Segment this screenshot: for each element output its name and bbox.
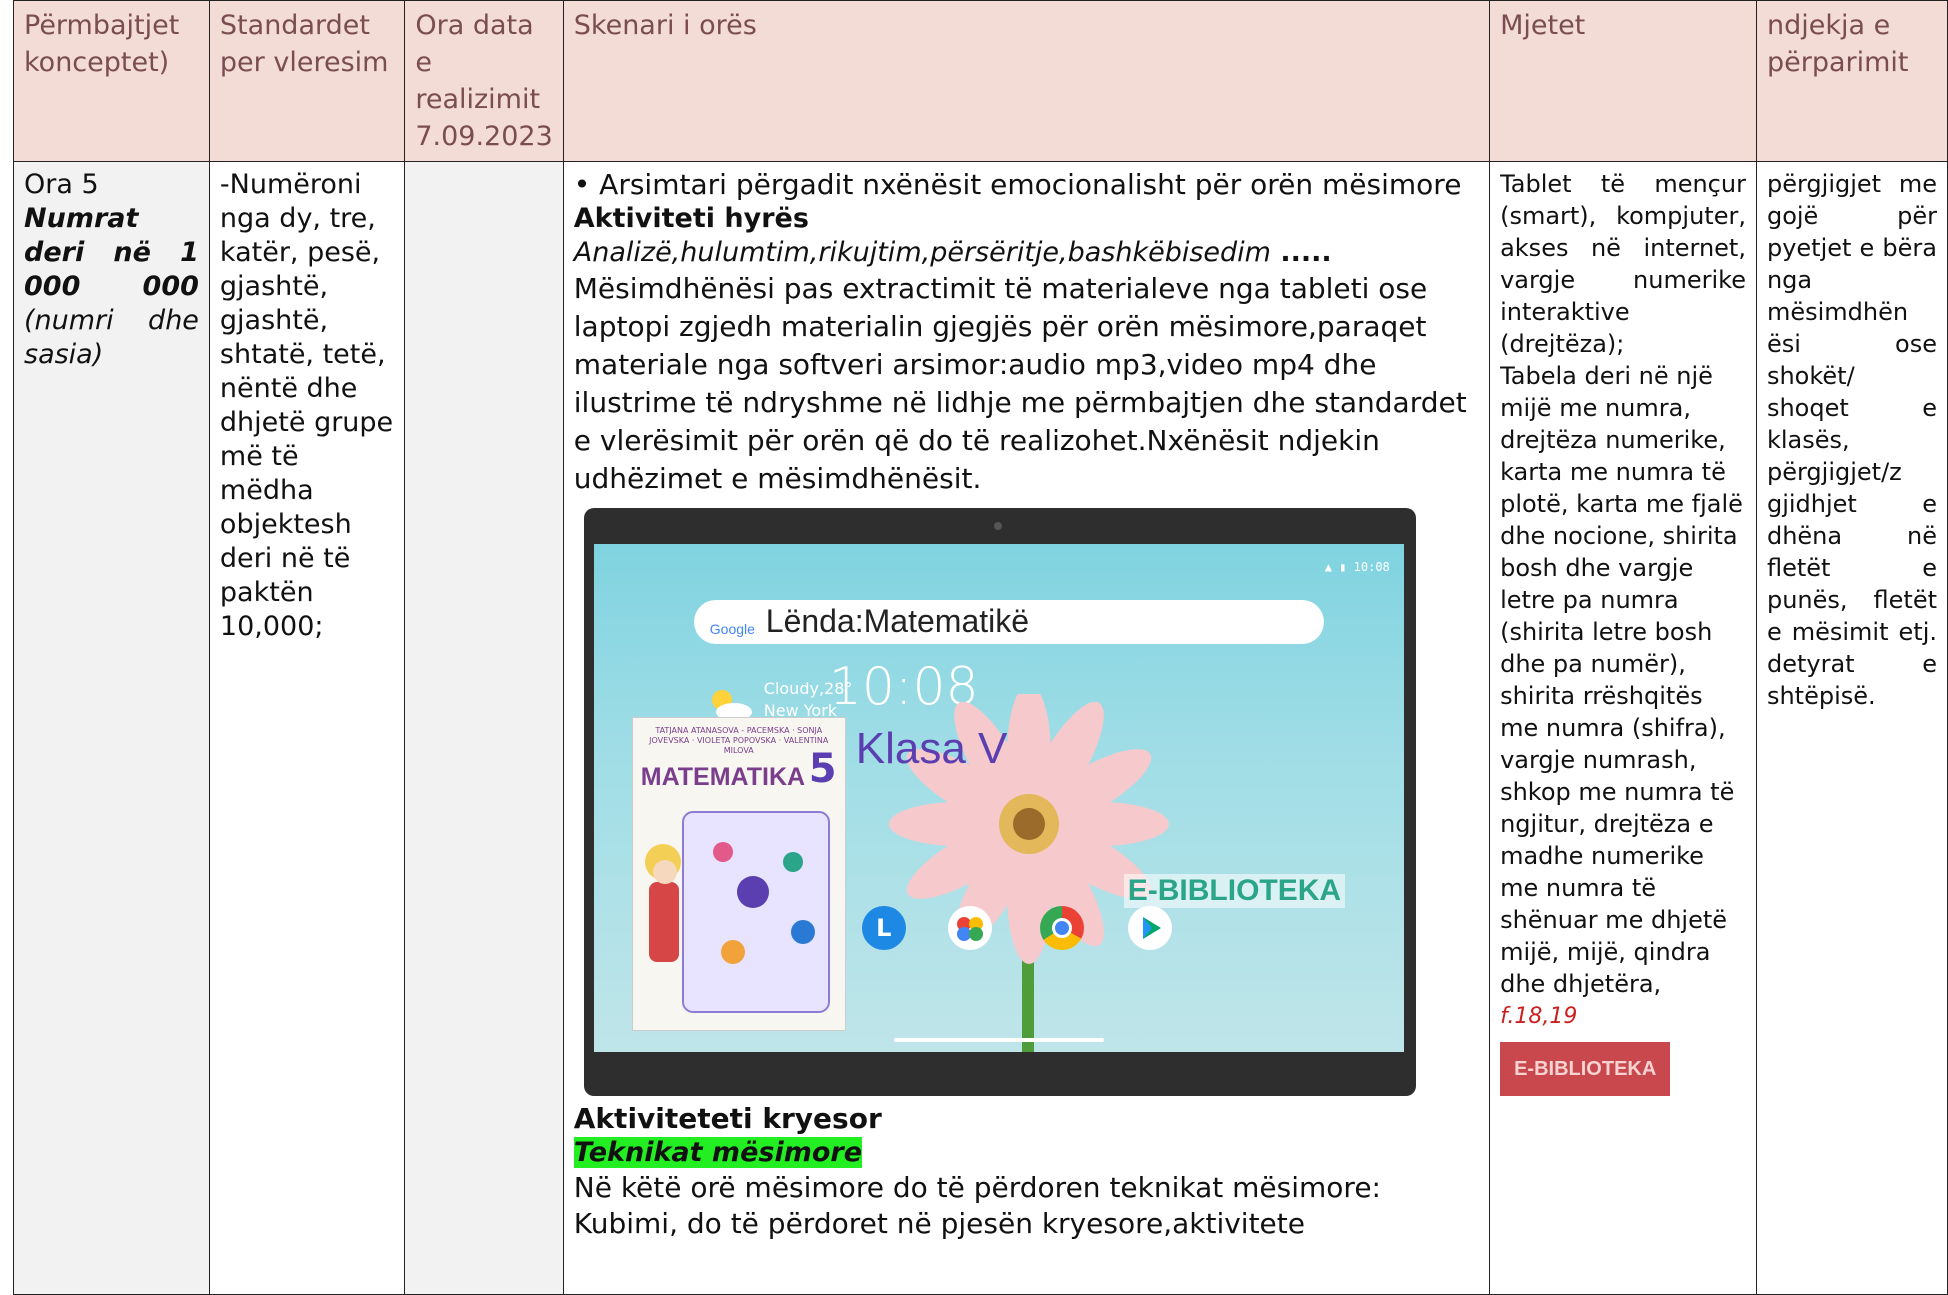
lesson-topic: Numrat deri në 1 000 000 [24,203,199,302]
content-cell: Ora 5 Numrat deri në 1 000 000 (numri dh… [13,161,210,1295]
scenario-cell: • Arsimtari përgadit nxënësit emocionali… [562,161,1491,1295]
play-store-app-icon[interactable] [1127,906,1172,950]
tools-text-2: Tabela deri në një mijë me numra, drejtë… [1500,362,1743,998]
class-label: Klasa V [855,724,1008,773]
progress-cell: përgjigjet me gojë për pyetjet e bëra ng… [1755,161,1948,1295]
header-progress: ndjekja e përparimit [1755,0,1948,162]
status-time: 10:08 [1353,560,1390,574]
main-activity-title: Aktiviteteti kryesor [573,1102,882,1135]
scenario-intro: • Arsimtari përgadit nxënësit emocionali… [573,168,1462,201]
google-logo-icon: Google [709,621,755,637]
tablet-image: ▲ ▮ 10:08 Google Lënda:Matematikë Cloudy… [583,508,1416,1096]
techniques-title: Teknikat mësimore [573,1137,863,1168]
photos-app-icon[interactable] [947,906,992,950]
search-text: Lënda:Matematikë [765,603,1030,639]
e-biblioteka-logo: E-BIBLIOTEKA [1123,874,1346,908]
tools-text-1: Tablet të mençur (smart), kompjuter, aks… [1500,170,1746,358]
math-book-cover: TATJANA ATANASOVA - PACEMSKA · SONJA JOV… [631,717,846,1031]
header-standards: Standardet per vleresim [208,0,406,162]
header-content: Përmbajtjet konceptet) [13,0,210,162]
progress-text: përgjigjet me gojë për pyetjet e bëra ng… [1766,170,1937,710]
header-scenario: Skenari i orës [562,0,1491,162]
tools-cell: Tablet të mençur (smart), kompjuter, aks… [1489,161,1757,1295]
lesson-number: Ora 5 [24,169,99,200]
lesson-row: Ora 5 Numrat deri në 1 000 000 (numri dh… [13,161,1948,1295]
chrome-icon [1051,918,1072,938]
book-title: MATEMATIKA [640,763,806,791]
standard-text: -Numëroni nga dy, tre, katër, pesë, gjas… [219,169,394,642]
status-bar: ▲ ▮ 10:08 [1324,560,1390,574]
header-tools: Mjetet [1489,0,1757,162]
techniques-title-wrap: Teknikat mësimore [573,1136,1479,1170]
lesson-subtopic: (numri dhe sasia) [24,305,199,370]
standards-cell: -Numëroni nga dy, tre, katër, pesë, gjas… [208,161,406,1295]
page-reference: f.18,19 [1500,1004,1578,1029]
lesson-plan-table: Përmbajtjet konceptet) Standardet per vl… [13,0,1948,1295]
camera-icon [993,522,1002,530]
photos-icon [956,917,983,941]
header-row: Përmbajtjet konceptet) Standardet per vl… [13,0,1948,162]
date-cell [404,161,564,1295]
tablet-screen: ▲ ▮ 10:08 Google Lënda:Matematikë Cloudy… [593,544,1404,1052]
methods-dots: ..... [1270,237,1332,268]
book-illustration-image [644,811,830,1013]
app-l-icon[interactable]: L [861,906,906,950]
navigation-bar [893,1038,1104,1042]
methods-text: Analizë,hulumtim,rikujtim,përsëritje,bas… [573,237,1271,268]
search-bar[interactable]: Google Lënda:Matematikë [693,600,1324,644]
e-biblioteka-badge[interactable]: E-BIBLIOTEKA [1500,1042,1671,1096]
chrome-app-icon[interactable] [1039,906,1084,950]
book-number: 5 [808,746,837,792]
scenario-paragraph: Mësimdhënësi pas extractimit të material… [573,272,1467,495]
methods-line: Analizë,hulumtim,rikujtim,përsëritje,bas… [574,236,1479,270]
header-date: Ora data e realizimit 7.09.2023 [404,0,564,162]
techniques-text: Në këtë orë mësimore do të përdoren tekn… [573,1171,1381,1240]
play-icon [1142,917,1161,939]
intro-activity-title: Aktiviteti hyrës [573,203,809,234]
